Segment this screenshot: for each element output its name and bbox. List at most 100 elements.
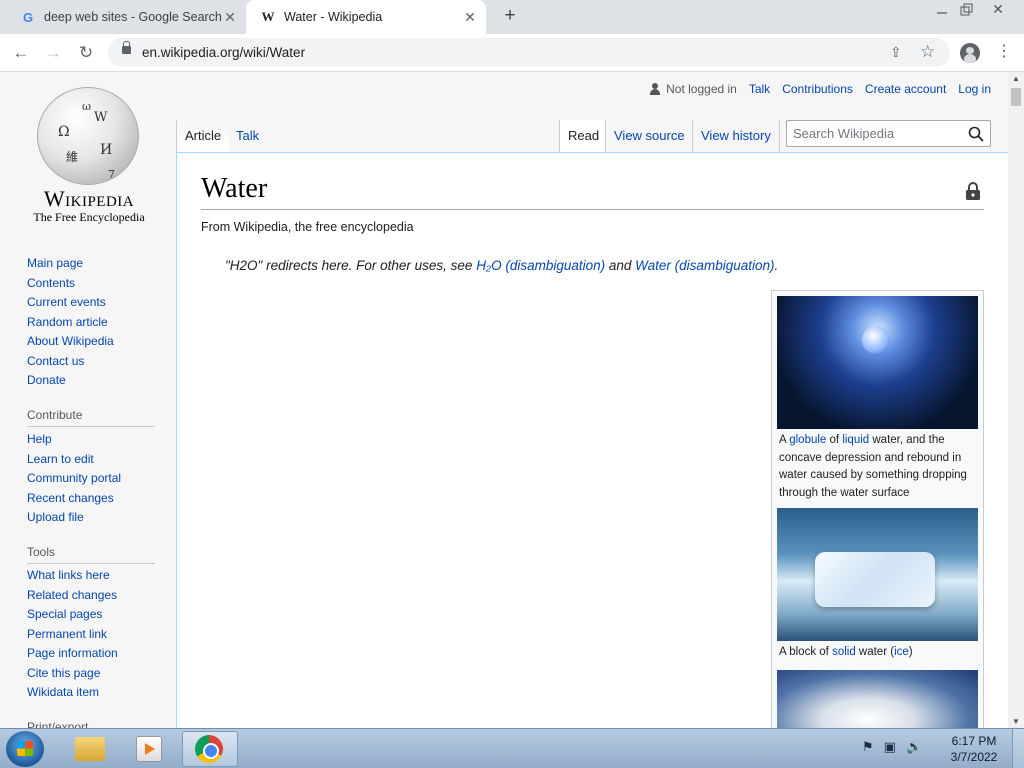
sidebar-item-related-changes[interactable]: Related changes <box>27 586 118 606</box>
wikipedia-page: Ω W 維 И ω 7 Wikipedia The Free Encyclope… <box>0 72 1008 728</box>
sidebar-item-learn-to-edit[interactable]: Learn to edit <box>27 450 121 470</box>
sidebar-navigation: Main page Contents Current events Random… <box>27 254 114 391</box>
ice-block-image[interactable] <box>777 508 978 641</box>
tab-strip: G deep web sites - Google Search ✕ W Wat… <box>0 0 1024 34</box>
hatnote-text: "H2O" redirects here. For other uses, se… <box>225 258 477 273</box>
create-account-link[interactable]: Create account <box>865 82 946 96</box>
caption-text: water ( <box>855 646 895 658</box>
folder-icon <box>75 737 105 761</box>
water-disambiguation-link[interactable]: Water (disambiguation) <box>635 258 774 273</box>
page-title: Water <box>201 173 268 204</box>
address-bar[interactable]: en.wikipedia.org/wiki/Water ⇪ ☆ <box>108 38 950 67</box>
volume-icon[interactable]: 🔈 <box>906 739 922 755</box>
sidebar-item-contents[interactable]: Contents <box>27 274 114 294</box>
caption-link[interactable]: ice <box>894 646 909 658</box>
sidebar-item-page-information[interactable]: Page information <box>27 644 118 664</box>
sidebar-item-upload-file[interactable]: Upload file <box>27 508 121 528</box>
sidebar-item-special-pages[interactable]: Special pages <box>27 605 118 625</box>
sidebar-item-wikidata-item[interactable]: Wikidata item <box>27 683 118 703</box>
scroll-up-icon[interactable]: ▲ <box>1012 74 1020 83</box>
action-center-icon[interactable]: ⚑ <box>862 739 874 755</box>
restore-window-icon[interactable] <box>956 2 976 18</box>
bookmark-star-icon[interactable]: ☆ <box>920 42 935 62</box>
caption-text: A block of <box>779 646 833 658</box>
page-scrollbar[interactable]: ▲ ▼ <box>1008 72 1024 728</box>
chrome-icon <box>195 735 223 763</box>
sidebar-item-community-portal[interactable]: Community portal <box>27 469 121 489</box>
sidebar-heading-tools: Tools <box>27 545 155 564</box>
caption-link[interactable]: liquid <box>842 434 869 446</box>
h2o-disambiguation-link[interactable]: H₂O (disambiguation) <box>476 258 605 273</box>
tab-view-source[interactable]: View source <box>605 120 693 152</box>
sidebar-item-current-events[interactable]: Current events <box>27 293 114 313</box>
tab-read[interactable]: Read <box>559 120 608 152</box>
sidebar-item-permanent-link[interactable]: Permanent link <box>27 625 118 645</box>
tab-title: deep web sites - Google Search <box>44 10 222 24</box>
caption-text: of <box>826 434 843 446</box>
close-tab-icon[interactable]: ✕ <box>462 9 478 25</box>
protection-lock-icon[interactable] <box>965 182 981 200</box>
sidebar-item-main-page[interactable]: Main page <box>27 254 114 274</box>
sidebar-heading-contribute: Contribute <box>27 408 155 427</box>
new-tab-button[interactable]: + <box>500 6 520 26</box>
network-icon[interactable]: ▣ <box>884 739 896 755</box>
menu-dots-icon[interactable]: ⋮ <box>996 41 1012 61</box>
image-caption: A block of solid water (ice) <box>779 644 979 662</box>
sidebar-tools: What links here Related changes Special … <box>27 566 118 703</box>
reload-icon[interactable]: ↻ <box>75 42 97 64</box>
browser-tab-wikipedia[interactable]: W Water - Wikipedia ✕ <box>246 0 486 34</box>
browser-tab-google[interactable]: G deep web sites - Google Search ✕ <box>0 0 246 34</box>
clouds-image[interactable] <box>777 670 978 728</box>
show-desktop-button[interactable] <box>1012 729 1024 768</box>
wikipedia-favicon-icon: W <box>261 9 275 24</box>
personal-tools: Not logged in Talk Contributions Create … <box>650 82 991 96</box>
close-tab-icon[interactable]: ✕ <box>222 9 238 25</box>
sidebar-heading-print: Print/export <box>27 720 89 728</box>
forward-icon[interactable]: → <box>42 42 64 64</box>
water-droplet-image[interactable] <box>777 296 978 429</box>
system-tray: ⚑ ▣ 🔈 <box>862 739 922 755</box>
search-icon[interactable] <box>968 126 984 142</box>
sidebar-item-random-article[interactable]: Random article <box>27 313 114 333</box>
sidebar-item-about[interactable]: About Wikipedia <box>27 332 114 352</box>
wikipedia-globe-logo[interactable]: Ω W 維 И ω 7 <box>37 87 139 185</box>
hatnote: "H2O" redirects here. For other uses, se… <box>225 258 778 273</box>
sidebar-item-cite-this-page[interactable]: Cite this page <box>27 664 118 684</box>
media-player-icon <box>136 736 162 762</box>
search-input[interactable] <box>793 126 963 141</box>
back-icon[interactable]: ← <box>10 42 32 64</box>
minimize-window-icon[interactable] <box>932 2 952 18</box>
taskbar-chrome[interactable] <box>182 731 238 767</box>
caption-link[interactable]: solid <box>832 646 856 658</box>
sidebar-item-what-links-here[interactable]: What links here <box>27 566 118 586</box>
tab-view-history[interactable]: View history <box>692 120 780 152</box>
sidebar-item-contact[interactable]: Contact us <box>27 352 114 372</box>
start-button[interactable] <box>6 731 44 767</box>
hatnote-text: . <box>774 258 779 273</box>
tab-article[interactable]: Article <box>176 120 230 152</box>
url-text[interactable]: en.wikipedia.org/wiki/Water <box>142 45 305 60</box>
taskbar-media-player[interactable] <box>122 731 178 767</box>
log-in-link[interactable]: Log in <box>958 82 991 96</box>
wikipedia-tagline: The Free Encyclopedia <box>33 210 145 224</box>
sidebar-item-help[interactable]: Help <box>27 430 121 450</box>
lock-icon[interactable] <box>122 41 131 54</box>
wikipedia-wordmark[interactable]: Wikipedia <box>28 186 150 212</box>
contributions-link[interactable]: Contributions <box>782 82 853 96</box>
tab-talk[interactable]: Talk <box>228 120 267 152</box>
tab-title: Water - Wikipedia <box>284 10 383 24</box>
caption-link[interactable]: globule <box>789 434 826 446</box>
sidebar-item-recent-changes[interactable]: Recent changes <box>27 489 121 509</box>
scroll-down-icon[interactable]: ▼ <box>1012 717 1020 726</box>
share-icon[interactable]: ⇪ <box>890 44 902 61</box>
taskbar-file-explorer[interactable] <box>64 731 120 767</box>
scroll-thumb[interactable] <box>1011 88 1021 106</box>
sidebar-item-donate[interactable]: Donate <box>27 371 114 391</box>
profile-avatar-icon[interactable] <box>960 43 980 63</box>
personal-talk-link[interactable]: Talk <box>749 82 770 96</box>
close-window-icon[interactable]: ✕ <box>988 2 1008 18</box>
clock-time: 6:17 PM <box>951 734 997 748</box>
caption-text: A <box>779 434 790 446</box>
caption-text: ) <box>908 646 913 658</box>
taskbar-clock[interactable]: 6:17 PM 3/7/2022 <box>946 733 1002 765</box>
